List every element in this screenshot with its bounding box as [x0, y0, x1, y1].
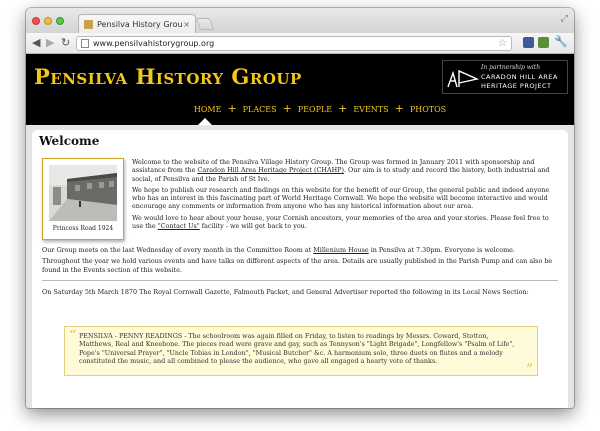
url-text[interactable]: www.pensilvahistorygroup.org [93, 39, 214, 48]
nav-separator: + [394, 101, 404, 115]
contact-us-link[interactable]: "Contact Us" [158, 222, 200, 230]
page-viewport: Pensilva History Group In partnership wi… [26, 54, 574, 408]
paragraph: Throughout the year we hold various even… [42, 257, 553, 274]
partner-name-line1: CARADON HILL AREA [481, 73, 558, 81]
maximize-window-button[interactable] [56, 17, 64, 25]
nav-separator: + [227, 101, 237, 115]
browser-toolbar: ◀ ▶ ↻ www.pensilvahistorygroup.org ☆ 🔧 [26, 33, 574, 54]
extension-icon[interactable] [538, 37, 549, 48]
nav-events[interactable]: events [353, 101, 388, 115]
quote-text: PENSILVA - PENNY READINGS - The schoolro… [79, 332, 515, 365]
close-window-button[interactable] [32, 17, 40, 25]
paragraph: Welcome to the website of the Pensilva V… [132, 158, 557, 183]
reload-button[interactable]: ↻ [61, 36, 70, 50]
extension-icon[interactable] [523, 37, 534, 48]
active-nav-indicator [198, 118, 212, 125]
forward-button[interactable]: ▶ [46, 36, 54, 50]
open-quote-icon: “ [69, 328, 77, 344]
main-navigation: home + places + people + events + photos [26, 97, 574, 116]
chahp-logo-icon [447, 69, 479, 88]
intro-text: Welcome to the website of the Pensilva V… [132, 158, 557, 233]
paragraph-text: Our Group meets on the last Wednesday of… [42, 246, 314, 254]
title-bar: Pensilva History Group × ⤢ [26, 8, 574, 33]
bookmark-star-icon[interactable]: ☆ [498, 38, 507, 49]
nav-separator: + [282, 101, 292, 115]
paragraph: We hope to publish our research and find… [132, 185, 550, 211]
nav-separator: + [338, 101, 348, 115]
page-icon [81, 39, 89, 48]
address-bar[interactable]: www.pensilvahistorygroup.org ☆ [76, 36, 512, 51]
browser-window: Pensilva History Group × ⤢ ◀ ▶ ↻ www.pen… [26, 8, 574, 408]
divider [42, 279, 558, 281]
back-button[interactable]: ◀ [32, 36, 40, 50]
paragraph: Our Group meets on the last Wednesday of… [42, 246, 558, 254]
news-quote: “ PENSILVA - PENNY READINGS - The school… [64, 326, 538, 378]
featured-photo[interactable]: Princess Road 1924 [42, 158, 124, 240]
paragraph-text: in Pensilva at 7.30pm. Everyone is welco… [368, 246, 515, 254]
fullscreen-icon[interactable]: ⤢ [561, 14, 568, 24]
nav-people[interactable]: people [298, 101, 332, 115]
paragraph: On Saturday 5th March 1870 The Royal Cor… [42, 287, 529, 296]
wrench-menu-icon[interactable]: 🔧 [554, 35, 568, 48]
chahp-link[interactable]: Caradon Hill Area Heritage Project (CHAH… [197, 166, 344, 174]
site-header: Pensilva History Group In partnership wi… [26, 54, 574, 125]
partner-name-line2: HERITAGE PROJECT [481, 82, 552, 90]
street-photo [49, 165, 117, 221]
page-title: Welcome [39, 134, 100, 148]
minimize-window-button[interactable] [44, 17, 52, 25]
nav-places[interactable]: places [243, 101, 277, 115]
tab-title: Pensilva History Group [97, 19, 184, 29]
close-quote-icon: ” [525, 362, 533, 378]
millenium-house-link[interactable]: Millenium House [313, 246, 368, 254]
paragraph-text: facility - we will get back to you. [199, 222, 307, 231]
browser-tab[interactable]: Pensilva History Group × [78, 14, 196, 33]
nav-home[interactable]: home [194, 101, 222, 115]
photo-caption: Princess Road 1924 [52, 225, 114, 232]
body-text: Our Group meets on the last Wednesday of… [42, 246, 558, 299]
new-tab-button[interactable] [195, 18, 215, 30]
paragraph: We would love to hear about your house, … [132, 214, 557, 231]
nav-photos[interactable]: photos [410, 101, 446, 115]
partner-tagline: In partnership with [481, 64, 541, 71]
tab-close-icon[interactable]: × [183, 20, 190, 29]
favicon-icon [84, 19, 93, 29]
partner-logo-box[interactable]: In partnership with CARADON HILL AREA HE… [442, 60, 568, 94]
site-title[interactable]: Pensilva History Group [34, 64, 302, 89]
main-content: Welcome Princess Road 1924 Welcome to th… [32, 130, 568, 408]
